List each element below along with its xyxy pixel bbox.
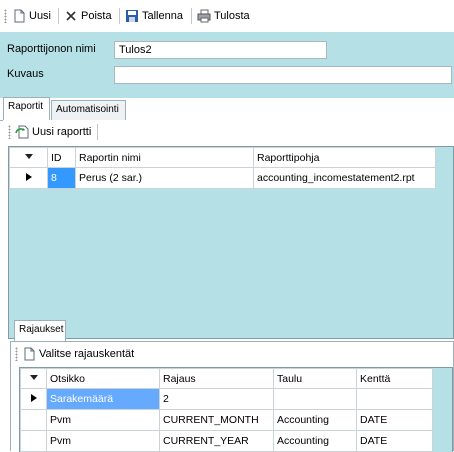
tab-raportit[interactable]: Raportit	[3, 97, 50, 120]
delete-button[interactable]: Poista	[64, 8, 112, 24]
document-icon	[22, 347, 36, 361]
table-row[interactable]: 8 Perus (2 sar.) accounting_incomestatem…	[9, 167, 436, 189]
row-header[interactable]	[20, 409, 47, 431]
column-header-table[interactable]: Taulu	[273, 368, 357, 389]
save-button-label: Tallenna	[142, 10, 183, 22]
tab-rajaukset[interactable]: Rajaukset	[14, 320, 66, 342]
cell-table[interactable]: Accounting	[273, 430, 357, 452]
cell-restriction[interactable]: 2	[159, 388, 274, 410]
row-pointer-icon[interactable]	[20, 388, 47, 410]
cell-report-template[interactable]: accounting_incomestatement2.rpt	[253, 167, 436, 189]
restrictions-panel: Valitse rajauskentät Otsikko Rajaus Taul…	[10, 341, 454, 452]
column-header-report-name[interactable]: Raportin nimi	[75, 147, 254, 168]
delete-x-icon	[64, 9, 78, 23]
filter-icon[interactable]	[20, 368, 47, 389]
restrictions-group: Rajaukset Valitse rajauskentät Otsikko R…	[10, 320, 454, 452]
restrictions-table: Otsikko Rajaus Taulu Kenttä Sarakemäärä …	[20, 368, 433, 452]
column-header-id[interactable]: ID	[47, 147, 76, 168]
cell-table[interactable]: Accounting	[273, 409, 357, 431]
table-row[interactable]: Pvm CURRENT_YEAR Accounting DATE	[20, 430, 433, 452]
cell-field[interactable]: DATE	[356, 409, 433, 431]
cell-field[interactable]	[356, 388, 433, 410]
toolbar-grip[interactable]	[4, 9, 7, 23]
cell-restriction[interactable]: CURRENT_YEAR	[159, 430, 274, 452]
table-row[interactable]: Sarakemäärä 2	[20, 388, 433, 410]
main-toolbar: Uusi Poista Tallenna Tulosta	[0, 0, 454, 32]
cell-title[interactable]: Pvm	[46, 430, 160, 452]
reports-toolbar: Uusi raportti	[8, 120, 448, 144]
new-button[interactable]: Uusi	[12, 8, 51, 24]
save-disk-icon	[125, 9, 139, 23]
cell-report-name[interactable]: Perus (2 sar.)	[75, 167, 254, 189]
reports-header-row: ID Raportin nimi Raporttipohja	[9, 147, 436, 168]
restrictions-grid: Otsikko Rajaus Taulu Kenttä Sarakemäärä …	[19, 367, 453, 452]
row-header[interactable]	[20, 430, 47, 452]
column-header-title[interactable]: Otsikko	[46, 368, 160, 389]
cell-title[interactable]: Pvm	[46, 409, 160, 431]
filter-icon[interactable]	[9, 147, 48, 168]
new-report-button[interactable]: Uusi raportti	[15, 125, 91, 139]
column-header-report-template[interactable]: Raporttipohja	[253, 147, 436, 168]
cell-table[interactable]	[273, 388, 357, 410]
report-queue-name-field[interactable]: Tulos2	[114, 41, 327, 59]
reports-grid: ID Raportin nimi Raporttipohja 8 Perus (…	[8, 146, 454, 339]
cell-id[interactable]: 8	[47, 167, 76, 189]
toolbar-separator	[191, 8, 192, 24]
report-queue-header-panel: Raporttijonon nimi Tulos2 Kuvaus	[0, 32, 454, 98]
reports-table: ID Raportin nimi Raporttipohja 8 Perus (…	[9, 147, 436, 189]
new-document-icon	[12, 9, 26, 23]
table-row[interactable]: Pvm CURRENT_MONTH Accounting DATE	[20, 409, 433, 431]
select-fields-label: Valitse rajauskentät	[39, 348, 135, 360]
column-header-field[interactable]: Kenttä	[356, 368, 433, 389]
cell-title[interactable]: Sarakemäärä	[46, 388, 160, 410]
reports-tab-panel: Uusi raportti ID Raportin nimi Raporttip…	[3, 120, 454, 452]
select-fields-button[interactable]: Valitse rajauskentät	[22, 347, 134, 361]
description-label: Kuvaus	[7, 68, 44, 80]
toolbar-grip[interactable]	[8, 125, 11, 139]
report-queue-name-label: Raporttijonon nimi	[7, 43, 96, 55]
new-report-label: Uusi raportti	[32, 126, 92, 138]
print-button-label: Tulosta	[214, 10, 250, 22]
column-header-restriction[interactable]: Rajaus	[159, 368, 274, 389]
new-button-label: Uusi	[29, 10, 52, 22]
restrictions-toolbar: Valitse rajauskentät	[15, 342, 134, 366]
print-button[interactable]: Tulosta	[197, 8, 250, 24]
tab-automatisointi[interactable]: Automatisointi	[51, 100, 126, 120]
restrictions-header-row: Otsikko Rajaus Taulu Kenttä	[20, 368, 433, 389]
delete-button-label: Poista	[81, 10, 112, 22]
toolbar-separator	[58, 8, 59, 24]
toolbar-separator	[119, 8, 120, 24]
tab-strip: Raportit Automatisointi	[0, 97, 454, 121]
cell-field[interactable]: DATE	[356, 430, 433, 452]
description-field[interactable]	[114, 66, 452, 84]
cell-restriction[interactable]: CURRENT_MONTH	[159, 409, 274, 431]
new-report-icon	[15, 125, 29, 139]
printer-icon	[197, 9, 211, 23]
toolbar-separator	[97, 124, 99, 140]
save-button[interactable]: Tallenna	[125, 8, 183, 24]
row-pointer-icon[interactable]	[9, 167, 48, 189]
toolbar-grip[interactable]	[15, 347, 18, 361]
